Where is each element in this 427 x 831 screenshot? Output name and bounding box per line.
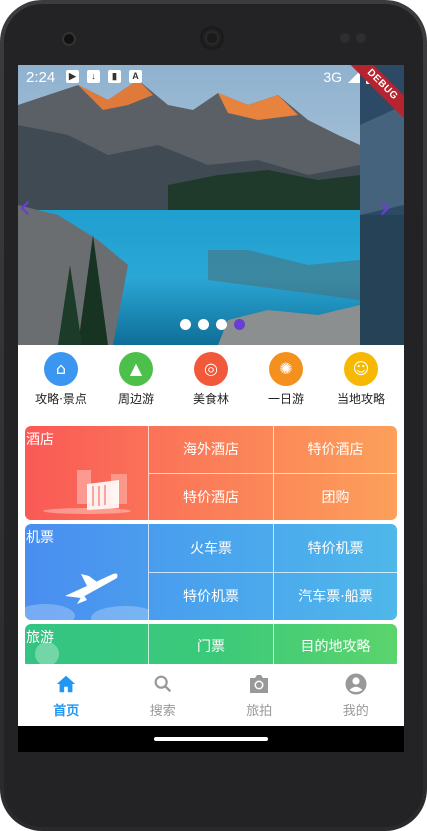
- special-flight-cell[interactable]: 特价机票: [273, 524, 397, 573]
- indicator-dot[interactable]: [180, 319, 191, 330]
- home-icon: [18, 672, 115, 696]
- home-gesture-handle[interactable]: [154, 737, 268, 741]
- banner-image: [18, 65, 404, 345]
- quick-item-label: 当地攻略: [336, 392, 385, 406]
- front-camera: [62, 32, 76, 46]
- ticket-cell[interactable]: 门票: [149, 624, 273, 668]
- notification-icons: ▶ ↓ ▮ A: [66, 70, 142, 83]
- hotel-groupbuy-cell[interactable]: 团购: [273, 473, 397, 520]
- prev-slide-button[interactable]: ‹: [18, 190, 32, 224]
- download-icon: ↓: [87, 70, 100, 83]
- local-guide-icon: ☺: [344, 352, 378, 386]
- travel-section: 旅游 门票 目的地攻略: [25, 624, 397, 668]
- quick-item-guide[interactable]: ⌂ 攻略·景点: [28, 352, 94, 410]
- sd-card-icon: ▮: [108, 70, 121, 83]
- flight-main-entry[interactable]: 机票: [25, 524, 149, 620]
- page-indicator: [180, 319, 245, 330]
- indicator-dot-active[interactable]: [234, 319, 245, 330]
- hotel-building-icon: [43, 470, 131, 514]
- hotel-overseas-cell[interactable]: 海外酒店: [149, 426, 273, 474]
- app-screen: 2:24 ▶ ↓ ▮ A 3G DEBUG ‹ › ⌂ 攻略·景点 ▲ 周边游 …: [18, 65, 404, 752]
- train-ticket-cell[interactable]: 火车票: [149, 524, 273, 573]
- earpiece-speaker: [200, 26, 224, 50]
- food-icon: ◎: [194, 352, 228, 386]
- mountain-icon: ▲: [119, 352, 153, 386]
- flight-cells: 火车票 特价机票 特价机票 汽车票·船票: [149, 524, 397, 620]
- balloon-icon: [35, 642, 59, 666]
- nav-label: 搜索: [149, 704, 176, 719]
- proximity-sensor: [340, 33, 350, 43]
- hotel-cells: 海外酒店 特价酒店 特价酒店 团购: [149, 426, 397, 520]
- play-protect-icon: ▶: [66, 70, 79, 83]
- network-type: 3G: [323, 69, 342, 85]
- banner-carousel[interactable]: 2:24 ▶ ↓ ▮ A 3G DEBUG ‹ ›: [18, 65, 404, 345]
- indicator-dot[interactable]: [198, 319, 209, 330]
- travel-cells: 门票 目的地攻略: [149, 624, 397, 668]
- nav-label: 旅拍: [246, 704, 273, 719]
- a-icon: A: [129, 70, 142, 83]
- pavilion-icon: ⌂: [44, 352, 78, 386]
- light-sensor: [356, 33, 366, 43]
- flight-section: 机票 火车票 特价机票 特价机票 汽车票·船票: [25, 524, 397, 620]
- quick-item-local[interactable]: ☺ 当地攻略: [328, 352, 394, 410]
- quick-item-daytrip[interactable]: ✺ 一日游: [253, 352, 319, 410]
- destination-guide-cell[interactable]: 目的地攻略: [273, 624, 397, 668]
- nav-profile[interactable]: 我的: [308, 664, 405, 726]
- status-time: 2:24: [26, 69, 56, 86]
- travel-main-entry[interactable]: 旅游: [25, 624, 149, 668]
- sun-icon: ✺: [269, 352, 303, 386]
- quick-item-label: 一日游: [267, 392, 304, 406]
- quick-item-label: 攻略·景点: [35, 392, 87, 406]
- hotel-section: 酒店 海外酒店 特价酒店 特价酒店 团购: [25, 426, 397, 520]
- nav-search[interactable]: 搜索: [115, 664, 212, 726]
- nav-label: 首页: [53, 704, 80, 719]
- bus-ship-ticket-cell[interactable]: 汽车票·船票: [273, 572, 397, 620]
- quick-item-label: 美食林: [192, 392, 229, 406]
- bottom-navigation: 首页 搜索 旅拍 我的: [18, 664, 404, 726]
- next-slide-button[interactable]: ›: [378, 190, 392, 224]
- quick-menu: ⌂ 攻略·景点 ▲ 周边游 ◎ 美食林 ✺ 一日游 ☺ 当地攻略: [18, 352, 404, 410]
- camera-icon: [211, 672, 308, 696]
- nav-travel-photo[interactable]: 旅拍: [211, 664, 308, 726]
- nav-label: 我的: [342, 704, 369, 719]
- account-icon: [308, 672, 405, 696]
- hotel-special-cell[interactable]: 特价酒店: [273, 426, 397, 474]
- search-icon: [115, 672, 212, 696]
- airplane-icon: [25, 573, 149, 620]
- indicator-dot[interactable]: [216, 319, 227, 330]
- special-flight-cell-2[interactable]: 特价机票: [149, 573, 273, 621]
- service-grid: 酒店 海外酒店 特价酒店 特价酒店 团购 机票 火车票 特价机票 特价机票 汽车…: [25, 426, 397, 672]
- system-navigation-bar: [18, 726, 404, 752]
- hotel-main-entry[interactable]: 酒店: [25, 426, 149, 520]
- nav-home[interactable]: 首页: [18, 664, 115, 726]
- quick-item-nearby[interactable]: ▲ 周边游: [103, 352, 169, 410]
- quick-item-food[interactable]: ◎ 美食林: [178, 352, 244, 410]
- status-bar: 2:24 ▶ ↓ ▮ A 3G DEBUG: [18, 65, 404, 125]
- quick-item-label: 周边游: [117, 392, 154, 406]
- hotel-special-cell-2[interactable]: 特价酒店: [149, 474, 273, 521]
